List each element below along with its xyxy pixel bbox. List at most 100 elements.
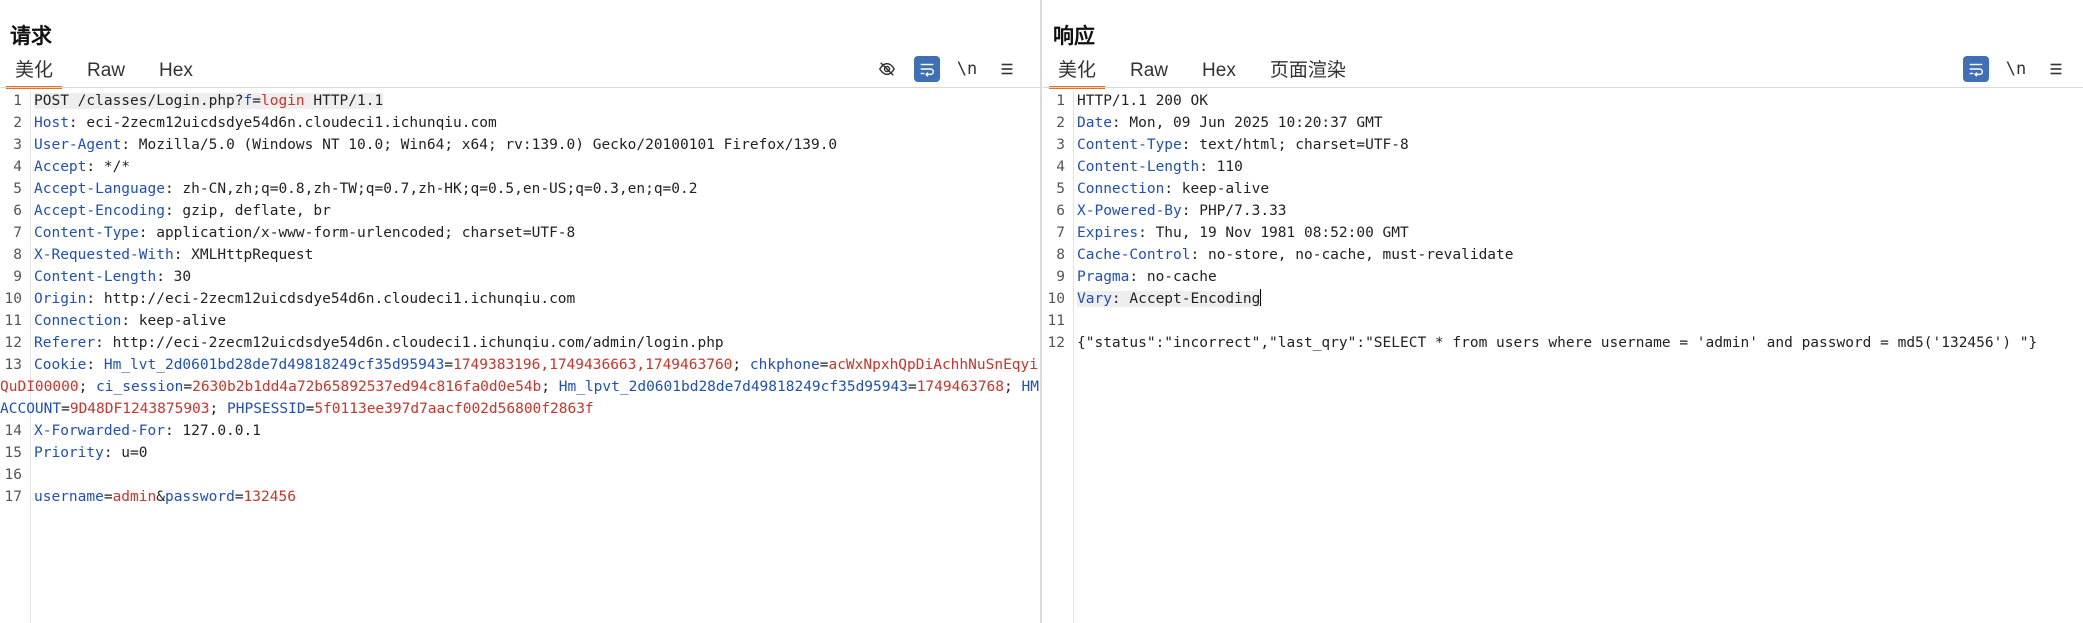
- code-token: : application/x-www-form-urlencoded; cha…: [138, 225, 576, 241]
- code-text: Content-Type: text/html; charset=UTF-8: [1077, 137, 1409, 153]
- code-line: 17 username=admin&password=132456: [0, 486, 1040, 508]
- line-number: 11: [4, 313, 22, 329]
- code-token: : http://eci-2zecm12uicdsdye54d6n.cloude…: [95, 335, 724, 351]
- code-token: : no-cache: [1129, 269, 1217, 285]
- code-text: Host: eci-2zecm12uicdsdye54d6n.cloudeci1…: [34, 115, 497, 131]
- code-text: X-Forwarded-For: 127.0.0.1: [34, 423, 261, 439]
- code-line: 1 POST /classes/Login.php?f=login HTTP/1.…: [0, 90, 1040, 112]
- code-token: : http://eci-2zecm12uicdsdye54d6n.cloude…: [86, 291, 576, 307]
- code-value: 2630b2b1dd4a72b65892537ed94c816fa0d0e54b: [192, 379, 542, 395]
- show-newline-toggle[interactable]: \n: [954, 56, 980, 82]
- code-text: Connection: keep-alive: [1077, 181, 1269, 197]
- code-token: =: [907, 379, 917, 395]
- code-key: Cookie: [34, 357, 87, 373]
- menu-icon[interactable]: [994, 56, 1020, 82]
- code-key: ci_session: [96, 379, 184, 395]
- code-line: 3 User-Agent: Mozilla/5.0 (Windows NT 10.…: [0, 134, 1040, 156]
- response-editor[interactable]: 1 HTTP/1.1 200 OK 2 Date: Mon, 09 Jun 2025 …: [1043, 90, 2083, 623]
- code-line: 5 Accept-Language: zh-CN,zh;q=0.8,zh-TW;q…: [0, 178, 1040, 200]
- code-token: ;: [78, 379, 97, 395]
- code-text: Priority: u=0: [34, 445, 148, 461]
- code-line: 9 Content-Length: 30: [0, 266, 1040, 288]
- code-line: 4 Accept: */*: [0, 156, 1040, 178]
- code-key: X-Requested-With: [34, 247, 174, 263]
- word-wrap-icon[interactable]: [914, 56, 940, 82]
- code-line: 12 Referer: http://eci-2zecm12uicdsdye54d…: [0, 332, 1040, 354]
- tab-response-render[interactable]: 页面渲染: [1261, 58, 1355, 86]
- code-key: Connection: [1077, 181, 1165, 197]
- code-text: Origin: http://eci-2zecm12uicdsdye54d6n.…: [34, 291, 575, 307]
- code-token: : Accept-Encoding: [1111, 291, 1261, 307]
- hide-eye-icon[interactable]: [874, 56, 900, 82]
- tab-response-hex[interactable]: Hex: [1193, 58, 1245, 86]
- code-text: Referer: http://eci-2zecm12uicdsdye54d6n…: [34, 335, 724, 351]
- code-line: 6 Accept-Encoding: gzip, deflate, br: [0, 200, 1040, 222]
- line-number: 4: [1056, 159, 1065, 175]
- code-token: : gzip, deflate, br: [164, 203, 331, 219]
- code-token: : PHP/7.3.33: [1181, 203, 1287, 219]
- code-text: Content-Type: application/x-www-form-url…: [34, 225, 575, 241]
- code-key: Accept-Encoding: [34, 203, 165, 219]
- code-token: HTTP/1.1 200 OK: [1077, 93, 1208, 109]
- line-number: 15: [4, 445, 22, 461]
- code-key: Content-Length: [34, 269, 157, 285]
- code-key: Connection: [34, 313, 122, 329]
- code-text: X-Requested-With: XMLHttpRequest: [34, 247, 313, 263]
- tab-request-pretty[interactable]: 美化: [6, 58, 63, 89]
- code-line: 1 HTTP/1.1 200 OK: [1043, 90, 2083, 112]
- line-number: 17: [4, 489, 22, 505]
- code-key: Hm_lvt_2d0601bd28de7d49818249cf35d95943: [103, 357, 445, 373]
- code-key: Referer: [34, 335, 96, 351]
- response-title: 响应: [1053, 25, 1095, 48]
- code-token: : 110: [1199, 159, 1243, 175]
- tab-divider: [1043, 87, 2083, 88]
- tab-request-hex[interactable]: Hex: [150, 58, 202, 86]
- code-token: =: [444, 357, 454, 373]
- code-token: =: [252, 93, 261, 109]
- code-text: X-Powered-By: PHP/7.3.33: [1077, 203, 1287, 219]
- code-line: 8 X-Requested-With: XMLHttpRequest: [0, 244, 1040, 266]
- request-editor[interactable]: 1 POST /classes/Login.php?f=login HTTP/1.…: [0, 90, 1040, 623]
- response-pane: 响应 美化 Raw Hex 页面渲染 \n 1 HTTP/1.1 200 OK 2 D…: [1043, 0, 2083, 623]
- line-number: 5: [13, 181, 22, 197]
- request-title: 请求: [10, 25, 52, 48]
- text-caret: [1260, 289, 1262, 306]
- code-text: Cache-Control: no-store, no-cache, must-…: [1077, 247, 1514, 263]
- code-value: 1749383196,1749436663,1749463760: [453, 357, 733, 373]
- code-text: username=admin&password=132456: [34, 489, 296, 505]
- code-token: : Thu, 19 Nov 1981 08:52:00 GMT: [1138, 225, 1409, 241]
- tab-request-raw[interactable]: Raw: [78, 58, 134, 86]
- code-line: 2 Host: eci-2zecm12uicdsdye54d6n.cloudeci…: [0, 112, 1040, 134]
- code-key: Content-Length: [1077, 159, 1200, 175]
- show-newline-toggle[interactable]: \n: [2003, 56, 2029, 82]
- menu-icon[interactable]: [2043, 56, 2069, 82]
- code-token: : keep-alive: [1164, 181, 1270, 197]
- code-key: PHPSESSID: [227, 401, 306, 417]
- code-token: : Mon, 09 Jun 2025 10:20:37 GMT: [1111, 115, 1383, 131]
- request-tabs: 美化 Raw Hex: [6, 58, 218, 89]
- code-token: : keep-alive: [121, 313, 227, 329]
- tab-response-raw[interactable]: Raw: [1121, 58, 1177, 86]
- code-token: =: [61, 401, 70, 417]
- code-text: Content-Length: 30: [34, 269, 191, 285]
- code-key: Pragma: [1077, 269, 1130, 285]
- tab-response-pretty[interactable]: 美化: [1049, 58, 1106, 89]
- code-text: HTTP/1.1 200 OK: [1077, 93, 1208, 109]
- code-text: Cookie: Hm_lvt_2d0601bd28de7d49818249cf3…: [0, 357, 1039, 417]
- code-value: login: [260, 93, 305, 109]
- line-number: 12: [4, 335, 22, 351]
- code-token: ;: [1004, 379, 1022, 395]
- pane-splitter[interactable]: [1040, 0, 1042, 623]
- line-number: 8: [13, 247, 22, 263]
- code-token: ;: [541, 379, 559, 395]
- code-token: : 127.0.0.1: [164, 423, 261, 439]
- code-key: Vary: [1077, 291, 1112, 307]
- request-code: 1 POST /classes/Login.php?f=login HTTP/1.…: [0, 90, 1040, 508]
- line-number: 7: [13, 225, 22, 241]
- code-line: 6 X-Powered-By: PHP/7.3.33: [1043, 200, 2083, 222]
- code-value: 9D48DF1243875903: [69, 401, 210, 417]
- word-wrap-icon[interactable]: [1963, 56, 1989, 82]
- code-text: Date: Mon, 09 Jun 2025 10:20:37 GMT: [1077, 115, 1383, 131]
- line-number: 9: [13, 269, 22, 285]
- code-text: User-Agent: Mozilla/5.0 (Windows NT 10.0…: [34, 137, 837, 153]
